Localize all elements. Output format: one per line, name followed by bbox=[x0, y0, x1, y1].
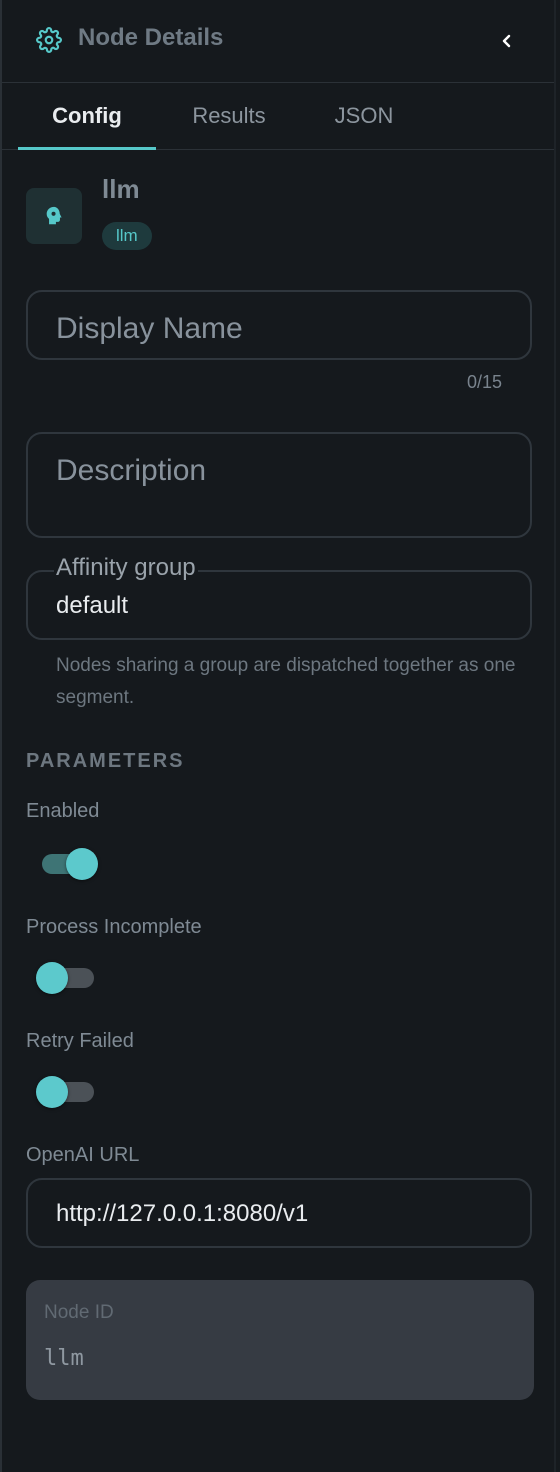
node-name: llm bbox=[102, 174, 140, 204]
node-id-box: Node ID llm bbox=[26, 1280, 534, 1400]
tab-bar: Config Results JSON bbox=[2, 83, 554, 150]
node-id-label: Node ID bbox=[44, 1302, 114, 1323]
collapse-button[interactable] bbox=[492, 26, 522, 56]
chevron-left-icon bbox=[502, 34, 511, 48]
display-name-counter: 0/15 bbox=[466, 372, 502, 392]
node-type-badge: llm bbox=[102, 222, 152, 250]
openai-url-field[interactable]: http://127.0.0.1:8080/v1 bbox=[26, 1178, 532, 1248]
description-placeholder: Description bbox=[56, 454, 207, 487]
description-field[interactable]: Description bbox=[26, 432, 532, 538]
toggle-knob bbox=[36, 1076, 68, 1108]
affinity-group-value: default bbox=[56, 592, 129, 619]
affinity-group-label: Affinity group bbox=[54, 554, 198, 582]
node-details-panel: Node Details Config Results JSON llm llm… bbox=[0, 0, 556, 1472]
process-incomplete-label: Process Incomplete bbox=[26, 916, 202, 938]
toggle-knob bbox=[66, 848, 98, 880]
enabled-toggle[interactable] bbox=[36, 846, 98, 882]
display-name-field[interactable]: Display Name bbox=[26, 290, 532, 360]
enabled-label: Enabled bbox=[26, 800, 100, 822]
tab-config[interactable]: Config bbox=[18, 83, 156, 150]
openai-url-label: OpenAI URL bbox=[26, 1144, 140, 1166]
node-type-icon bbox=[26, 188, 82, 244]
affinity-group-hint: Nodes sharing a group are dispatched tog… bbox=[56, 655, 516, 708]
panel-header: Node Details bbox=[2, 0, 554, 83]
node-id-value: llm bbox=[44, 1346, 84, 1371]
retry-failed-label: Retry Failed bbox=[26, 1030, 134, 1052]
parameters-heading: PARAMETERS bbox=[26, 750, 185, 772]
gear-icon bbox=[36, 27, 62, 53]
openai-url-value: http://127.0.0.1:8080/v1 bbox=[56, 1200, 309, 1227]
panel-title: Node Details bbox=[78, 24, 224, 51]
process-incomplete-toggle[interactable] bbox=[36, 960, 98, 996]
tab-json[interactable]: JSON bbox=[302, 83, 426, 149]
toggle-knob bbox=[36, 962, 68, 994]
tab-results[interactable]: Results bbox=[162, 83, 296, 149]
display-name-placeholder: Display Name bbox=[56, 312, 243, 345]
retry-failed-toggle[interactable] bbox=[36, 1074, 98, 1110]
brain-head-icon bbox=[46, 206, 62, 225]
